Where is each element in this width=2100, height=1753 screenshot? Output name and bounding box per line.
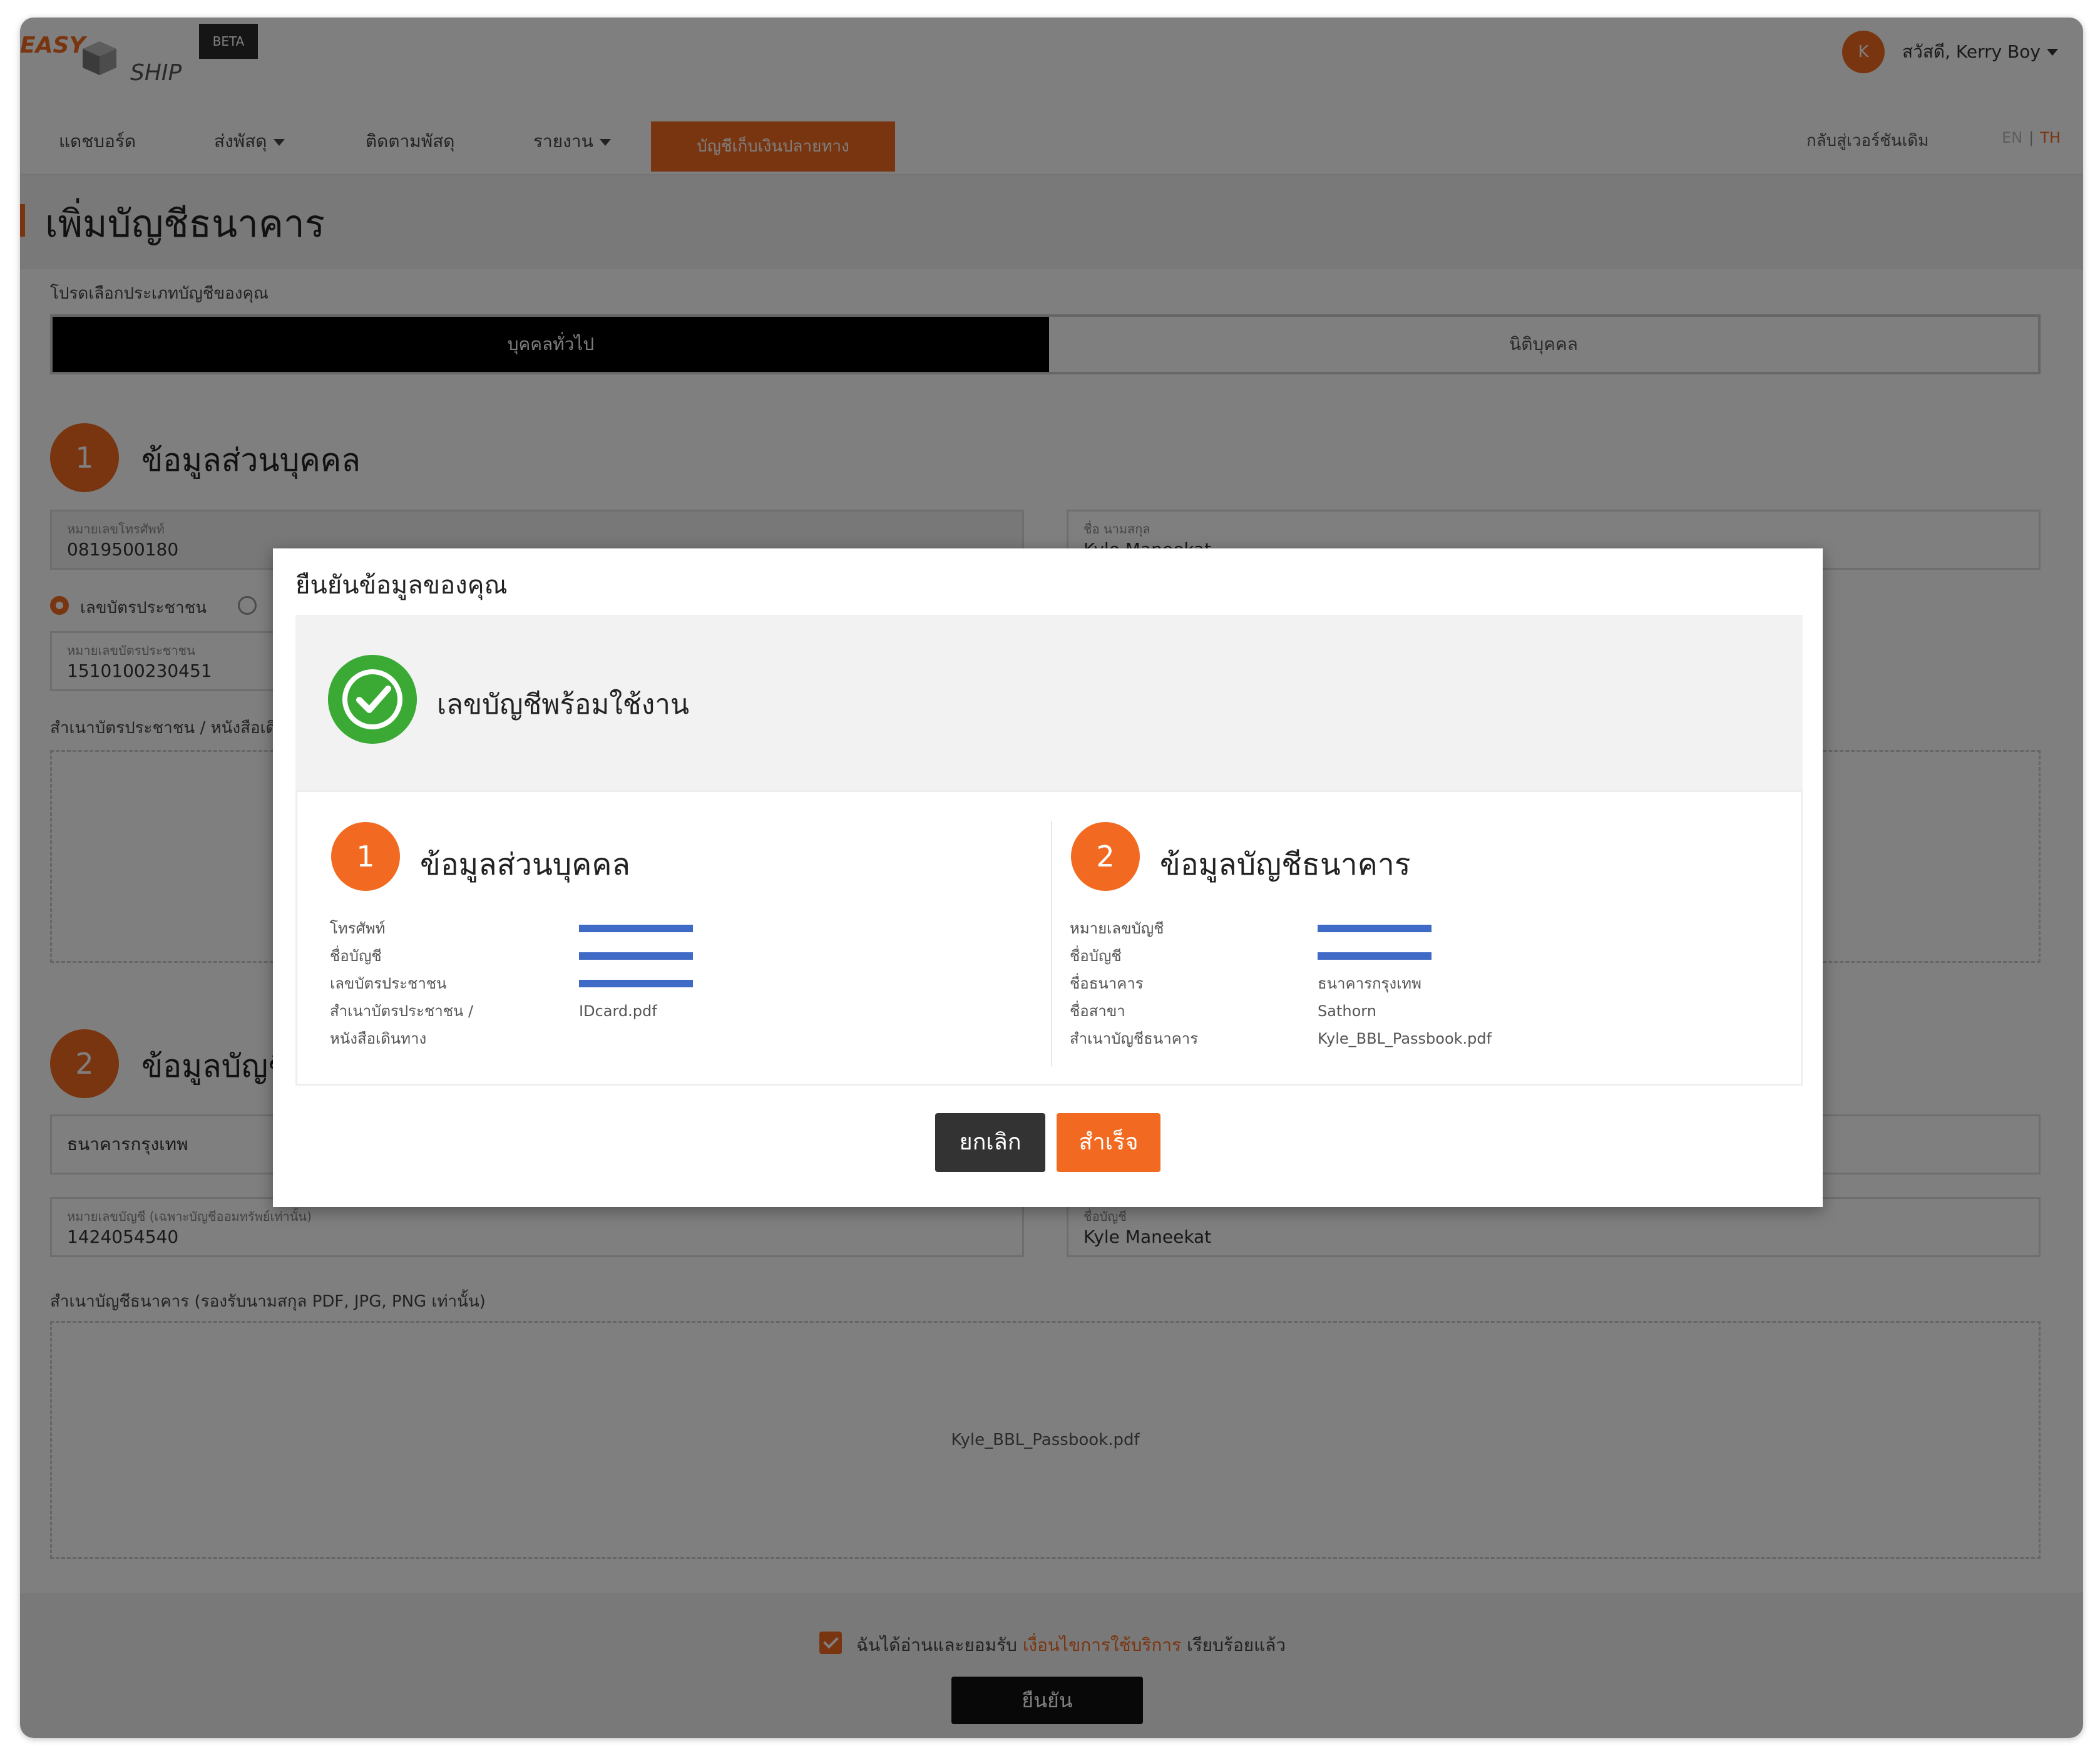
cancel-button[interactable]: ยกเลิก bbox=[935, 1113, 1045, 1172]
done-button[interactable]: สำเร็จ bbox=[1057, 1113, 1160, 1172]
bank-row-label: หมายเลขบัญชี bbox=[1070, 920, 1164, 937]
confirm-info-modal: ยืนยันข้อมูลของคุณ เลขบัญชีพร้อมใช้งาน 1… bbox=[273, 548, 1823, 1207]
modal-step-1-title: ข้อมูลส่วนบุคคล bbox=[420, 847, 630, 882]
redacted-value bbox=[1318, 952, 1432, 960]
personal-row-label: โทรศัพท์ bbox=[330, 920, 386, 937]
redacted-value bbox=[579, 952, 693, 960]
bank-row-label: ชื่อสาขา bbox=[1070, 1002, 1125, 1020]
personal-row-value: IDcard.pdf bbox=[579, 1002, 657, 1020]
personal-row-label: หนังสือเดินทาง bbox=[330, 1030, 427, 1047]
personal-row-label: ชื่อบัญชี bbox=[330, 947, 382, 965]
bank-row-value: Sathorn bbox=[1318, 1002, 1376, 1020]
bank-row-label: ชื่อธนาคาร bbox=[1070, 975, 1144, 992]
success-message: เลขบัญชีพร้อมใช้งาน bbox=[437, 689, 690, 721]
summary-divider bbox=[1051, 821, 1052, 1066]
redacted-value bbox=[579, 925, 693, 932]
bank-row-value: Kyle_BBL_Passbook.pdf bbox=[1318, 1030, 1492, 1047]
modal-step-1-badge: 1 bbox=[331, 822, 400, 891]
check-circle-icon bbox=[328, 655, 417, 744]
personal-row-label: สำเนาบัตรประชาชน / bbox=[330, 1002, 474, 1020]
redacted-value bbox=[579, 980, 693, 987]
app-window: EASY SHIP BETA K สวัสดี, Kerry Boy แดชบอ… bbox=[20, 18, 2083, 1738]
modal-title: ยืนยันข้อมูลของคุณ bbox=[295, 571, 508, 600]
redacted-value bbox=[1318, 925, 1432, 932]
bank-row-label: สำเนาบัญชีธนาคาร bbox=[1070, 1030, 1199, 1047]
bank-row-value: ธนาคารกรุงเทพ bbox=[1318, 975, 1421, 992]
personal-row-label: เลขบัตรประชาชน bbox=[330, 975, 447, 992]
modal-step-2-badge: 2 bbox=[1071, 822, 1140, 891]
summary-panel: 1 ข้อมูลส่วนบุคคล โทรศัพท์ ชื่อบัญชี เลข… bbox=[295, 790, 1803, 1086]
modal-step-2-title: ข้อมูลบัญชีธนาคาร bbox=[1160, 847, 1411, 882]
bank-row-label: ชื่อบัญชี bbox=[1070, 947, 1122, 965]
success-banner: เลขบัญชีพร้อมใช้งาน bbox=[295, 615, 1803, 790]
